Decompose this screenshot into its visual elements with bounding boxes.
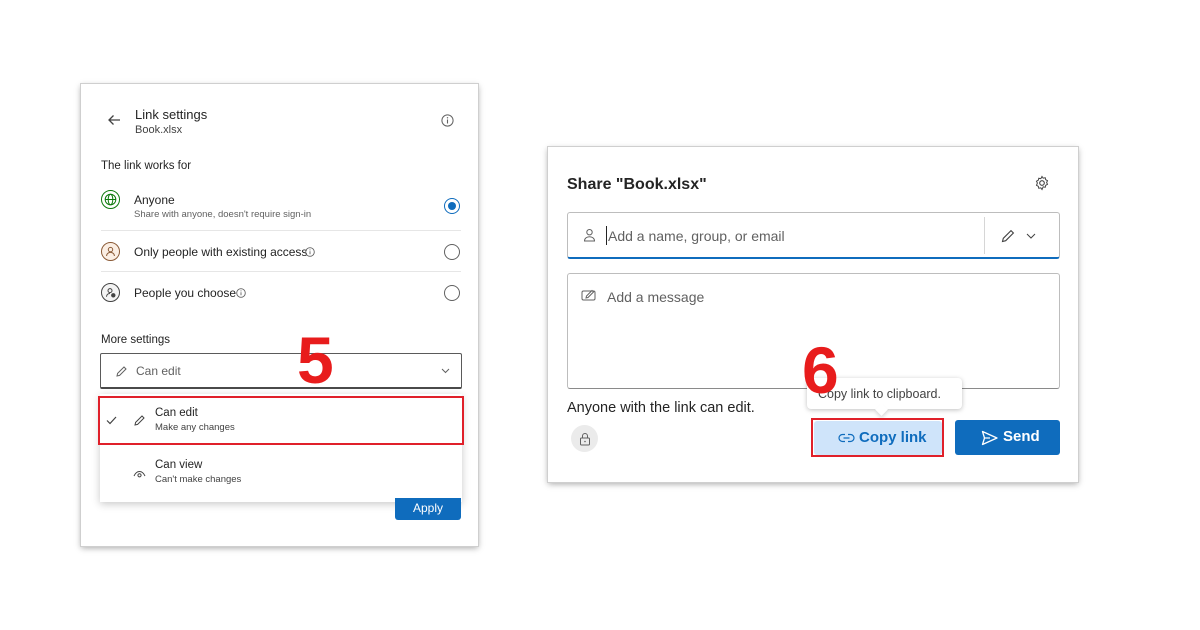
lock-icon[interactable] [571,425,598,452]
send-button[interactable]: Send [955,420,1060,455]
info-icon[interactable] [304,246,316,258]
option-anyone-description: Share with anyone, doesn't require sign-… [134,209,312,220]
menu-item-can-view-description: Can't make changes [155,474,242,485]
globe-icon [101,190,120,209]
tooltip-arrow [875,403,888,416]
permission-dropdown[interactable]: Can edit [100,353,462,389]
link-status-text: Anyone with the link can edit. [567,400,755,416]
send-icon [980,429,998,447]
message-placeholder: Add a message [607,289,705,305]
person-icon [581,227,597,243]
option-people-you-choose-label: People you choose [134,286,237,300]
chevron-down-icon [1025,231,1037,241]
section-link-works-for: The link works for [101,160,192,172]
info-icon[interactable] [440,113,455,128]
divider [101,230,461,231]
back-arrow-icon[interactable] [105,111,123,129]
share-dialog-title: Share "Book.xlsx" [567,176,707,193]
pencil-icon [999,227,1017,245]
radio-people-you-choose[interactable] [444,285,460,301]
step-number-6: 6 [802,333,839,407]
option-existing-access-label: Only people with existing access [134,245,308,259]
radio-existing-access[interactable] [444,244,460,260]
permission-picker[interactable] [993,221,1053,251]
divider [984,217,985,254]
send-label: Send [1003,428,1040,445]
apply-button[interactable]: Apply [395,498,461,520]
menu-item-can-view[interactable]: Can view Can't make changes [100,450,462,496]
highlight-box-can-edit [98,396,464,445]
person-icon [101,242,120,261]
link-settings-panel: Link settings Book.xlsx The link works f… [81,84,478,546]
option-anyone[interactable]: Anyone Share with anyone, doesn't requir… [99,184,461,228]
option-anyone-label: Anyone [134,193,175,207]
info-icon[interactable] [235,287,247,299]
gear-icon[interactable] [1033,174,1051,192]
section-more-settings: More settings [101,334,171,346]
people-icon [101,283,120,302]
option-existing-access[interactable]: Only people with existing access [99,234,461,270]
divider [101,271,461,272]
panel-title: Link settings [135,107,208,122]
recipient-placeholder: Add a name, group, or email [608,228,785,244]
menu-item-can-view-label: Can view [155,459,203,471]
apply-button-label: Apply [412,501,444,515]
radio-anyone[interactable] [444,198,460,214]
text-cursor [606,226,607,245]
pencil-icon [113,363,129,379]
chevron-down-icon [439,365,451,377]
panel-filename: Book.xlsx [135,124,183,136]
message-edit-icon [580,287,598,303]
highlight-box-copy-link [811,418,944,457]
recipient-input[interactable]: Add a name, group, or email [567,212,1060,259]
step-number-5: 5 [297,323,334,397]
permission-dropdown-value: Can edit [136,364,181,378]
eye-icon [132,466,146,480]
option-people-you-choose[interactable]: People you choose [99,275,461,311]
